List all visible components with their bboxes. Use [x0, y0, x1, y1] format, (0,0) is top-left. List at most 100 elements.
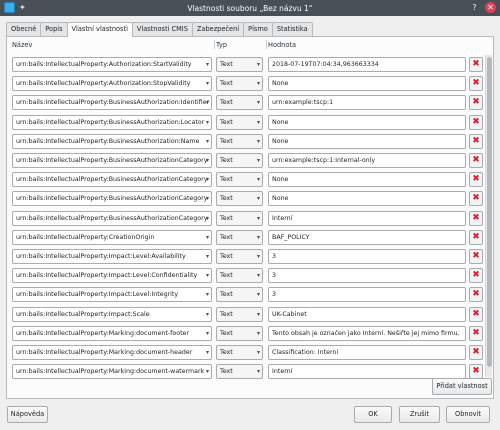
delete-property-button[interactable]: ✖ [469, 95, 483, 111]
property-value-field[interactable]: 2018-07-19T07:04:34,963663334 [268, 57, 466, 72]
tab-7[interactable]: Statistika [271, 22, 313, 36]
property-name-combo[interactable]: urn:bails:IntellectualProperty:Marking:d… [12, 325, 212, 341]
property-name-combo[interactable]: urn:bails:IntellectualProperty:Marking:d… [12, 345, 212, 360]
delete-property-button[interactable]: ✖ [469, 57, 483, 72]
property-name-combo[interactable]: urn:bails:IntellectualProperty:Impact:Le… [12, 287, 212, 303]
property-value-field[interactable]: Tento obsah je označen jako Interní. Neš… [268, 325, 466, 341]
property-type-select[interactable]: Text ▾ [216, 172, 263, 188]
property-value-field[interactable]: 3 [268, 287, 466, 303]
delete-property-button[interactable]: ✖ [469, 364, 483, 380]
chevron-down-icon: ▾ [256, 368, 260, 376]
property-value-field[interactable]: urn:example:tscp:1 [268, 95, 466, 111]
property-name-combo[interactable]: urn:bails:IntellectualProperty:Authoriza… [12, 57, 212, 72]
property-value-field[interactable]: Interní [268, 364, 466, 380]
cancel-button[interactable]: Zrušit [399, 406, 440, 423]
property-type-select[interactable]: Text ▾ [216, 229, 263, 245]
tab-6[interactable]: Písmo [243, 22, 273, 36]
property-name-combo[interactable]: urn:bails:IntellectualProperty:BusinessA… [12, 210, 212, 226]
property-name-combo[interactable]: urn:bails:IntellectualProperty:CreationO… [12, 229, 212, 245]
property-name-combo[interactable]: urn:bails:IntellectualProperty:Impact:Le… [12, 249, 212, 264]
tab-4[interactable]: Vlastnosti CMIS [131, 22, 193, 36]
property-type-select[interactable]: Text ▾ [216, 133, 263, 149]
property-name-combo[interactable]: urn:bails:IntellectualProperty:Impact:Le… [12, 268, 212, 284]
property-type-text: Text [220, 176, 233, 184]
property-row: urn:bails:IntellectualProperty:BusinessA… [7, 132, 485, 150]
delete-property-button[interactable]: ✖ [469, 133, 483, 149]
tab-1[interactable]: Obecné [6, 22, 42, 36]
tab-3[interactable]: Vlastní vlastnosti [66, 22, 133, 37]
property-type-select[interactable]: Text ▾ [216, 268, 263, 284]
property-name-combo[interactable]: urn:bails:IntellectualProperty:BusinessA… [12, 153, 212, 168]
property-type-text: Text [220, 214, 233, 222]
property-type-select[interactable]: Text ▾ [216, 364, 263, 380]
property-value-field[interactable]: BAF_POLICY [268, 229, 466, 245]
tab-2[interactable]: Popis [40, 22, 68, 36]
property-type-select[interactable]: Text ▾ [216, 345, 263, 360]
chevron-down-icon: ▾ [205, 329, 209, 337]
property-type-select[interactable]: Text ▾ [216, 191, 263, 207]
property-name-combo[interactable]: urn:bails:IntellectualProperty:Impact:Sc… [12, 306, 212, 322]
delete-property-button[interactable]: ✖ [469, 172, 483, 188]
help-button[interactable]: Nápověda [7, 406, 48, 423]
reset-button[interactable]: Obnovit [446, 406, 490, 423]
delete-property-button[interactable]: ✖ [469, 325, 483, 341]
property-value-field[interactable]: Interní [268, 210, 466, 226]
property-value-field[interactable]: urn:example:tscp:1:internal-only [268, 153, 466, 168]
delete-icon: ✖ [472, 231, 480, 242]
pin-icon[interactable]: ✦ [19, 2, 26, 13]
window-titlebar[interactable]: ✦ Vlastnosti souboru „Bez názvu 1“ ? ✕ [0, 0, 500, 16]
property-name-combo[interactable]: urn:bails:IntellectualProperty:BusinessA… [12, 191, 212, 207]
property-value-field[interactable]: None [268, 76, 466, 92]
delete-property-button[interactable]: ✖ [469, 153, 483, 168]
property-name-text: urn:bails:IntellectualProperty:Impact:Le… [16, 272, 198, 280]
property-name-text: urn:bails:IntellectualProperty:BusinessA… [16, 137, 200, 145]
property-value-field[interactable]: None [268, 191, 466, 207]
property-name-combo[interactable]: urn:bails:IntellectualProperty:BusinessA… [12, 172, 212, 188]
property-value-field[interactable]: None [268, 172, 466, 188]
chevron-down-icon: ▾ [256, 176, 260, 184]
close-icon[interactable]: ✕ [485, 2, 496, 13]
scrollbar-thumb[interactable] [487, 57, 492, 367]
delete-property-button[interactable]: ✖ [469, 345, 483, 360]
delete-property-button[interactable]: ✖ [469, 229, 483, 245]
property-type-select[interactable]: Text ▾ [216, 249, 263, 264]
property-type-select[interactable]: Text ▾ [216, 114, 263, 130]
property-value-field[interactable]: None [268, 133, 466, 149]
property-type-select[interactable]: Text ▾ [216, 153, 263, 168]
property-type-text: Text [220, 137, 233, 145]
add-property-button[interactable]: Přidat vlastnost [432, 378, 492, 395]
vertical-scrollbar[interactable] [485, 55, 492, 377]
property-type-select[interactable]: Text ▾ [216, 306, 263, 322]
property-name-text: urn:bails:IntellectualProperty:BusinessA… [16, 176, 208, 184]
property-type-select[interactable]: Text ▾ [216, 57, 263, 72]
property-name-combo[interactable]: urn:bails:IntellectualProperty:Authoriza… [12, 76, 212, 92]
property-value-field[interactable]: 3 [268, 249, 466, 264]
property-name-combo[interactable]: urn:bails:IntellectualProperty:Marking:d… [12, 364, 212, 380]
tab-5[interactable]: Zabezpečení [191, 22, 245, 36]
property-type-select[interactable]: Text ▾ [216, 287, 263, 303]
property-row: urn:bails:IntellectualProperty:Impact:Le… [7, 266, 485, 284]
delete-property-button[interactable]: ✖ [469, 249, 483, 264]
property-name-combo[interactable]: urn:bails:IntellectualProperty:BusinessA… [12, 114, 212, 130]
property-value-field[interactable]: None [268, 114, 466, 130]
ok-button[interactable]: OK [354, 406, 392, 423]
delete-property-button[interactable]: ✖ [469, 76, 483, 92]
delete-property-button[interactable]: ✖ [469, 306, 483, 322]
property-type-text: Text [220, 310, 233, 318]
property-type-select[interactable]: Text ▾ [216, 325, 263, 341]
property-type-select[interactable]: Text ▾ [216, 210, 263, 226]
delete-property-button[interactable]: ✖ [469, 268, 483, 284]
property-value-field[interactable]: Classification: Interní [268, 345, 466, 360]
delete-property-button[interactable]: ✖ [469, 191, 483, 207]
delete-icon: ✖ [472, 135, 480, 146]
property-type-select[interactable]: Text ▾ [216, 95, 263, 111]
delete-property-button[interactable]: ✖ [469, 210, 483, 226]
delete-property-button[interactable]: ✖ [469, 114, 483, 130]
property-name-combo[interactable]: urn:bails:IntellectualProperty:BusinessA… [12, 133, 212, 149]
property-value-field[interactable]: UK-Cabinet [268, 306, 466, 322]
delete-property-button[interactable]: ✖ [469, 287, 483, 303]
property-value-field[interactable]: 3 [268, 268, 466, 284]
property-name-combo[interactable]: urn:bails:IntellectualProperty:BusinessA… [12, 95, 212, 111]
property-type-select[interactable]: Text ▾ [216, 76, 263, 92]
help-icon[interactable]: ? [469, 2, 480, 13]
